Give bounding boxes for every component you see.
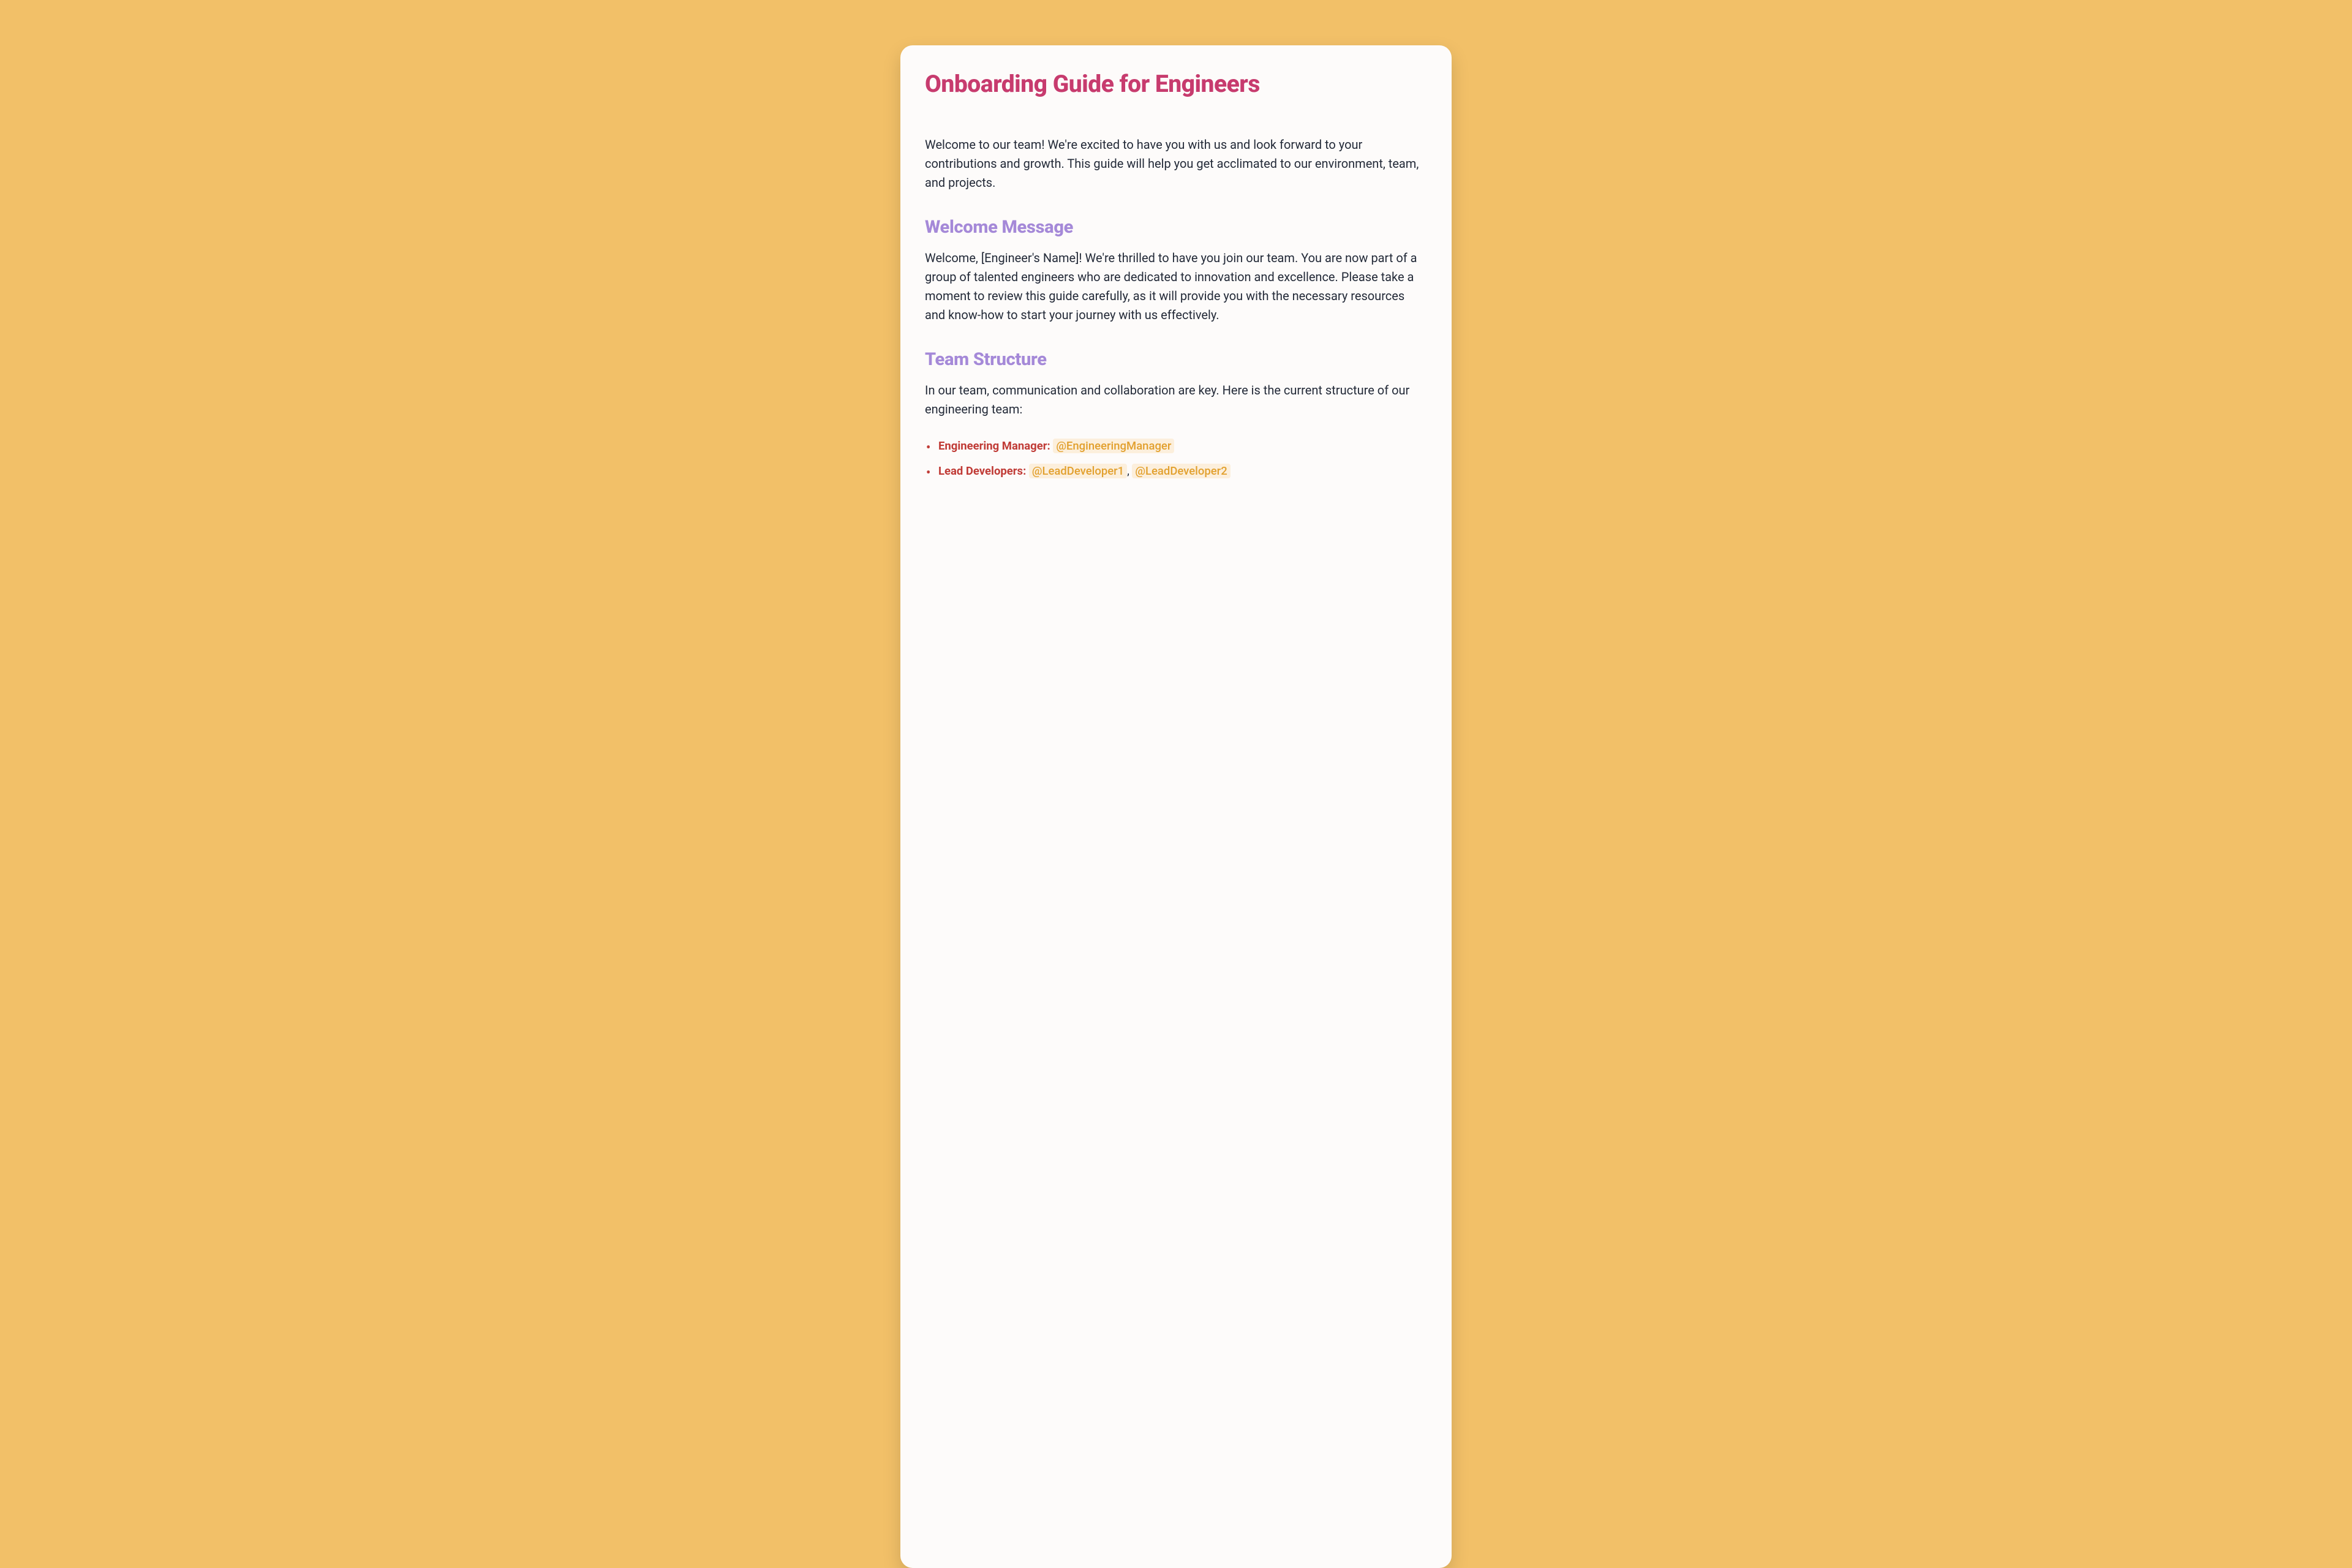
section-heading-welcome: Welcome Message <box>925 217 1427 238</box>
list-item: Lead Developers: @LeadDeveloper1, @LeadD… <box>938 462 1427 481</box>
document-card: Onboarding Guide for Engineers Welcome t… <box>900 45 1452 1568</box>
mentions-group: @LeadDeveloper1, @LeadDeveloper2 <box>1029 464 1231 478</box>
mention[interactable]: @LeadDeveloper2 <box>1132 464 1230 478</box>
intro-paragraph: Welcome to our team! We're excited to ha… <box>925 135 1427 192</box>
mentions-group: @EngineeringManager <box>1053 439 1174 453</box>
mention[interactable]: @LeadDeveloper1 <box>1029 464 1127 478</box>
section-heading-team: Team Structure <box>925 349 1427 370</box>
role-label: Lead Developers: <box>938 464 1026 478</box>
role-label: Engineering Manager: <box>938 439 1050 453</box>
team-body: In our team, communication and collabora… <box>925 381 1427 419</box>
list-item: Engineering Manager: @EngineeringManager <box>938 437 1427 456</box>
team-roles-list: Engineering Manager: @EngineeringManager… <box>925 437 1427 481</box>
welcome-body: Welcome, [Engineer's Name]! We're thrill… <box>925 249 1427 325</box>
page-title: Onboarding Guide for Engineers <box>925 70 1427 99</box>
mention[interactable]: @EngineeringManager <box>1053 439 1174 453</box>
